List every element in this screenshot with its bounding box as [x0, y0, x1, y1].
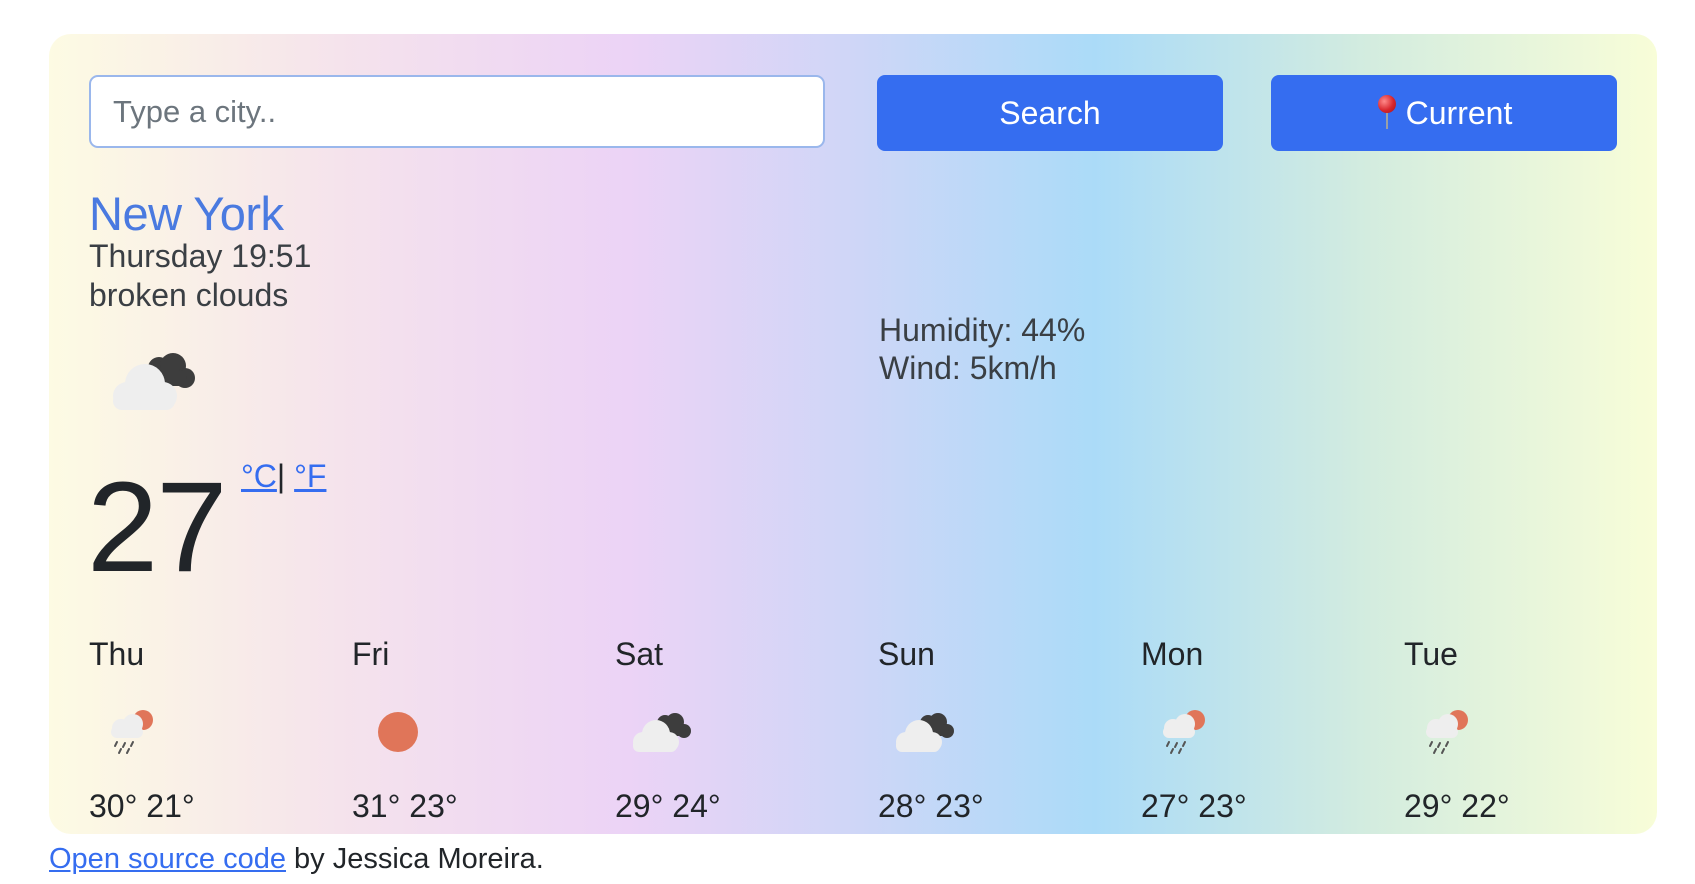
- broken-clouds-icon: [896, 713, 954, 752]
- humidity: Humidity: 44%: [879, 312, 1086, 348]
- celsius-link[interactable]: °C: [241, 458, 277, 494]
- forecast-temps: 30° 21°: [89, 788, 195, 824]
- source-code-link[interactable]: Open source code: [49, 843, 286, 875]
- city-name: New York: [89, 187, 284, 240]
- forecast-day: Mon 27° 23°: [1141, 634, 1391, 824]
- forecast-day: Thu 30° 21°: [89, 634, 339, 824]
- date-time: Thursday 19:51: [89, 238, 312, 274]
- weather-card: Search Current New York Thursday 19:51 b…: [49, 34, 1657, 834]
- forecast-day-name: Sun: [878, 636, 935, 672]
- forecast-temps: 27° 23°: [1141, 788, 1247, 824]
- footer-credit: by Jessica Moreira.: [285, 843, 544, 875]
- search-button[interactable]: Search: [877, 75, 1223, 151]
- rain-sun-icon: [1426, 710, 1468, 754]
- page: Search Current New York Thursday 19:51 b…: [0, 0, 1695, 884]
- rain-sun-icon: [1163, 710, 1205, 754]
- wind: Wind: 5km/h: [879, 350, 1057, 386]
- fahrenheit-link[interactable]: °F: [294, 458, 326, 494]
- broken-clouds-icon: [113, 353, 195, 410]
- search-button-label: Search: [999, 94, 1101, 131]
- broken-clouds-icon: [633, 713, 691, 752]
- forecast-day-name: Tue: [1404, 636, 1458, 672]
- current-button-label: Current: [1405, 94, 1513, 131]
- forecast-day: Sun 28° 23°: [878, 634, 1128, 824]
- forecast-day-name: Sat: [615, 636, 664, 672]
- forecast-temps: 29° 24°: [615, 788, 721, 824]
- forecast-day: Tue 29° 22°: [1404, 634, 1654, 824]
- forecast-temps: 31° 23°: [352, 788, 458, 824]
- forecast-temps: 29° 22°: [1404, 788, 1510, 824]
- footer: Open source code by Jessica Moreira.: [49, 843, 544, 876]
- forecast-day: Sat 29° 24°: [615, 634, 865, 824]
- unit-toggle: °C| °F: [241, 458, 326, 495]
- rain-sun-icon: [111, 710, 153, 754]
- pushpin-icon: [1376, 95, 1398, 131]
- forecast-day: Fri 31° 23°: [352, 634, 602, 824]
- forecast: Thu 30° 21° Fri 31° 23° Sat 29° 24° Sun …: [89, 634, 1649, 824]
- weather-description: broken clouds: [89, 277, 289, 313]
- forecast-day-name: Thu: [89, 636, 145, 672]
- sun-icon: [378, 712, 418, 752]
- current-location-button[interactable]: Current: [1271, 75, 1617, 151]
- city-search-input[interactable]: [89, 75, 825, 148]
- forecast-day-name: Fri: [352, 636, 390, 672]
- unit-separator: |: [276, 458, 286, 494]
- forecast-temps: 28° 23°: [878, 788, 984, 824]
- current-temperature: 27: [87, 456, 227, 599]
- forecast-day-name: Mon: [1141, 636, 1204, 672]
